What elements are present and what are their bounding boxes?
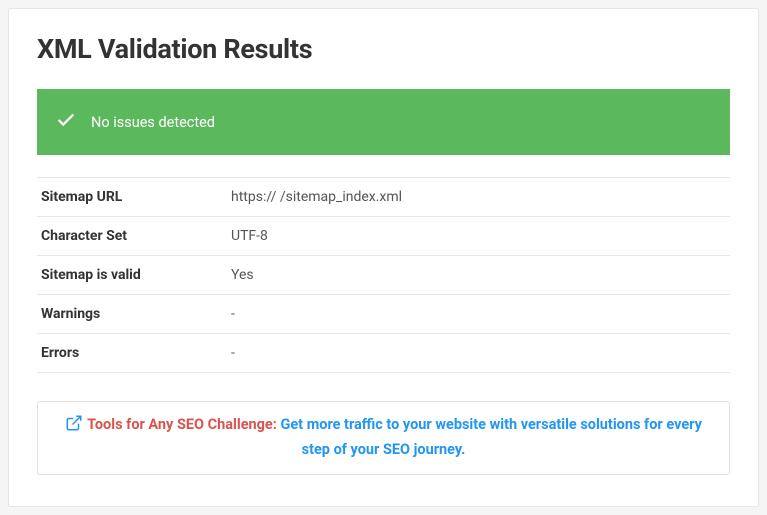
status-message: No issues detected <box>91 114 215 131</box>
row-label: Warnings <box>37 295 227 334</box>
page-title: XML Validation Results <box>37 33 730 65</box>
table-row: Warnings - <box>37 295 730 334</box>
row-value: - <box>227 295 730 334</box>
table-row: Sitemap URL https:// /sitemap_index.xml <box>37 178 730 217</box>
row-label: Errors <box>37 334 227 373</box>
row-label: Character Set <box>37 217 227 256</box>
row-label: Sitemap is valid <box>37 256 227 295</box>
row-value: Yes <box>227 256 730 295</box>
results-table: Sitemap URL https:// /sitemap_index.xml … <box>37 177 730 373</box>
table-row: Character Set UTF-8 <box>37 217 730 256</box>
status-banner: No issues detected <box>37 89 730 155</box>
promo-link[interactable]: Get more traffic to your website with ve… <box>280 416 701 458</box>
promo-box: Tools for Any SEO Challenge: Get more tr… <box>37 401 730 475</box>
promo-lead: Tools for Any SEO Challenge: <box>87 416 277 433</box>
check-icon <box>55 109 77 135</box>
table-row: Sitemap is valid Yes <box>37 256 730 295</box>
external-link-icon <box>65 414 83 439</box>
table-row: Errors - <box>37 334 730 373</box>
row-label: Sitemap URL <box>37 178 227 217</box>
row-value: UTF-8 <box>227 217 730 256</box>
results-card: XML Validation Results No issues detecte… <box>8 8 759 507</box>
row-value: - <box>227 334 730 373</box>
row-value: https:// /sitemap_index.xml <box>227 178 730 217</box>
